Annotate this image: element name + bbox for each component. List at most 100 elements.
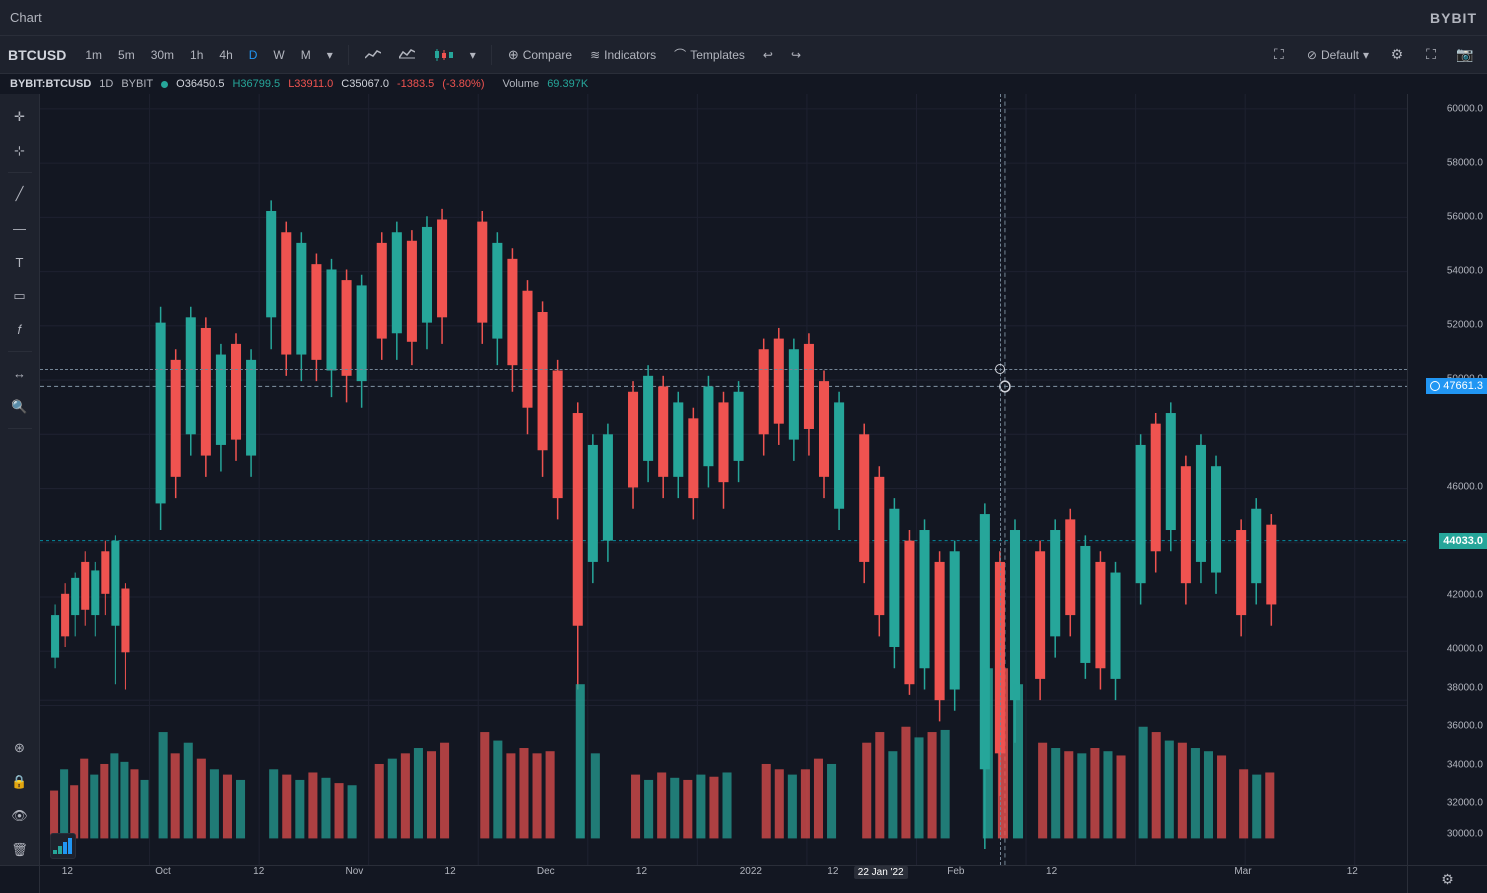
current-price-label: 44033.0 [1439,533,1487,549]
camera-button[interactable]: 📷 [1451,41,1479,69]
info-live-dot [161,81,168,88]
ohlc-change-pct: (-3.80%) [442,78,484,90]
time-axis[interactable]: 12 Oct 12 Nov 12 Dec 12 2022 12 22 Jan '… [40,866,1407,893]
volume-label: Volume [502,78,539,90]
crosshair-price-label: 47661.3 [1426,378,1487,394]
info-exchange: BYBIT [121,78,153,90]
settings-button[interactable]: ⚙ [1383,41,1411,69]
gear-bottom-icon[interactable]: ⚙ [1441,871,1454,888]
line-chart-icon [365,48,381,62]
info-symbol: BYBIT:BTCUSD [10,78,91,90]
tf-D[interactable]: D [242,45,265,65]
chart-info-row: BYBIT:BTCUSD 1D BYBIT O36450.5 H36799.5 … [0,74,1487,94]
price-52000: 52000.0 [1447,320,1483,331]
chart-title: Chart [10,10,42,25]
time-12-2: 12 [253,866,264,877]
ohlc-open: O36450.5 [176,78,224,90]
chart-main[interactable] [40,94,1407,865]
left-sidebar: ✛ ⊹ ╱ — T ▭ 𝑓 ↔ 🔍 ⊛ 🔒 👁 🗑 [0,94,40,865]
time-12-4: 12 [636,866,647,877]
price-46000: 46000.0 [1447,482,1483,493]
lock-tool[interactable]: 🔒 [5,767,35,797]
chart-type-line[interactable] [357,44,389,66]
ohlc-high: H36799.5 [232,78,280,90]
horizontal-line-tool[interactable]: — [5,213,35,243]
price-30000: 30000.0 [1447,829,1483,840]
magnet-tool[interactable]: ⊛ [5,733,35,763]
candle-chart-icon [433,48,453,62]
time-axis-right: ⚙ [1407,866,1487,893]
zoom-tool[interactable]: 🔍 [5,392,35,422]
time-axis-row: 12 Oct 12 Nov 12 Dec 12 2022 12 22 Jan '… [0,865,1487,893]
sidebar-divider-1 [8,172,32,173]
tf-1m[interactable]: 1m [78,45,109,65]
divider-2 [491,45,492,65]
exchange-label: BYBIT [1430,10,1477,26]
chart-type-candle[interactable] [425,44,461,66]
rectangle-tool[interactable]: ▭ [5,281,35,311]
tf-W[interactable]: W [266,45,291,65]
trend-line-tool[interactable]: ╱ [5,179,35,209]
expand-button[interactable]: ⛶ [1417,41,1445,69]
divider-1 [348,45,349,65]
price-54000: 54000.0 [1447,266,1483,277]
time-nov: Nov [346,866,364,877]
tf-dropdown[interactable]: ▾ [320,45,340,65]
price-60000: 60000.0 [1447,104,1483,115]
time-2022: 2022 [740,866,762,877]
price-58000: 58000.0 [1447,158,1483,169]
sidebar-divider-2 [8,351,32,352]
compare-button[interactable]: ⊕ Compare [500,43,580,67]
bottom-toolbar-left [50,833,76,859]
crosshair-tool[interactable]: ⊹ [5,136,35,166]
area-chart-icon [399,48,415,62]
tf-5m[interactable]: 5m [111,45,142,65]
time-feb: Feb [947,866,964,877]
default-icon: ⊘ [1307,48,1317,62]
time-oct: Oct [155,866,171,877]
default-chevron: ▾ [1363,48,1369,62]
top-bar-left: Chart [10,10,52,25]
info-tf: 1D [99,78,113,90]
tf-M[interactable]: M [294,45,318,65]
indicators-icon: ≋ [590,48,600,62]
volume-value: 69.397K [547,78,588,90]
measure-tool[interactable]: ↔ [5,358,35,388]
time-12-5: 12 [827,866,838,877]
fibonacci-tool[interactable]: 𝑓 [5,315,35,345]
time-12-3: 12 [445,866,456,877]
tf-1h[interactable]: 1h [183,45,210,65]
compare-icon: ⊕ [508,47,519,63]
ohlc-close: C35067.0 [341,78,389,90]
indicators-button[interactable]: ≋ Indicators [582,44,664,66]
hide-drawings-tool[interactable]: 👁 [5,801,35,831]
price-34000: 34000.0 [1447,759,1483,770]
toolbar: BTCUSD 1m 5m 30m 1h 4h D W M ▾ ▾ ⊕ Compa… [0,36,1487,74]
time-12-6: 12 [1046,866,1057,877]
price-56000: 56000.0 [1447,212,1483,223]
tf-4h[interactable]: 4h [212,45,239,65]
templates-icon: ⌒ [674,46,686,63]
price-36000: 36000.0 [1447,721,1483,732]
default-dropdown[interactable]: ⊘ Default ▾ [1299,45,1377,65]
price-38000: 38000.0 [1447,682,1483,693]
undo-button[interactable]: ↩ [755,44,781,66]
price-42000: 42000.0 [1447,590,1483,601]
logo-icon [53,838,73,854]
tf-30m[interactable]: 30m [144,45,181,65]
sidebar-divider-3 [8,428,32,429]
chart-logo [50,833,76,859]
symbol-label[interactable]: BTCUSD [8,47,66,63]
text-tool[interactable]: T [5,247,35,277]
chart-type-dropdown[interactable]: ▾ [463,45,483,65]
trash-tool[interactable]: 🗑 [5,835,35,865]
fullscreen-button[interactable]: ⛶ [1265,41,1293,69]
time-axis-left-spacer [0,866,40,893]
price-axis[interactable]: 60000.0 58000.0 56000.0 54000.0 52000.0 … [1407,94,1487,865]
templates-button[interactable]: ⌒ Templates [666,42,753,67]
chart-type-area[interactable] [391,44,423,66]
top-bar: Chart BYBIT [0,0,1487,36]
ohlc-change: -1383.5 [397,78,434,90]
redo-button[interactable]: ↪ [783,44,809,66]
cursor-tool[interactable]: ✛ [5,102,35,132]
